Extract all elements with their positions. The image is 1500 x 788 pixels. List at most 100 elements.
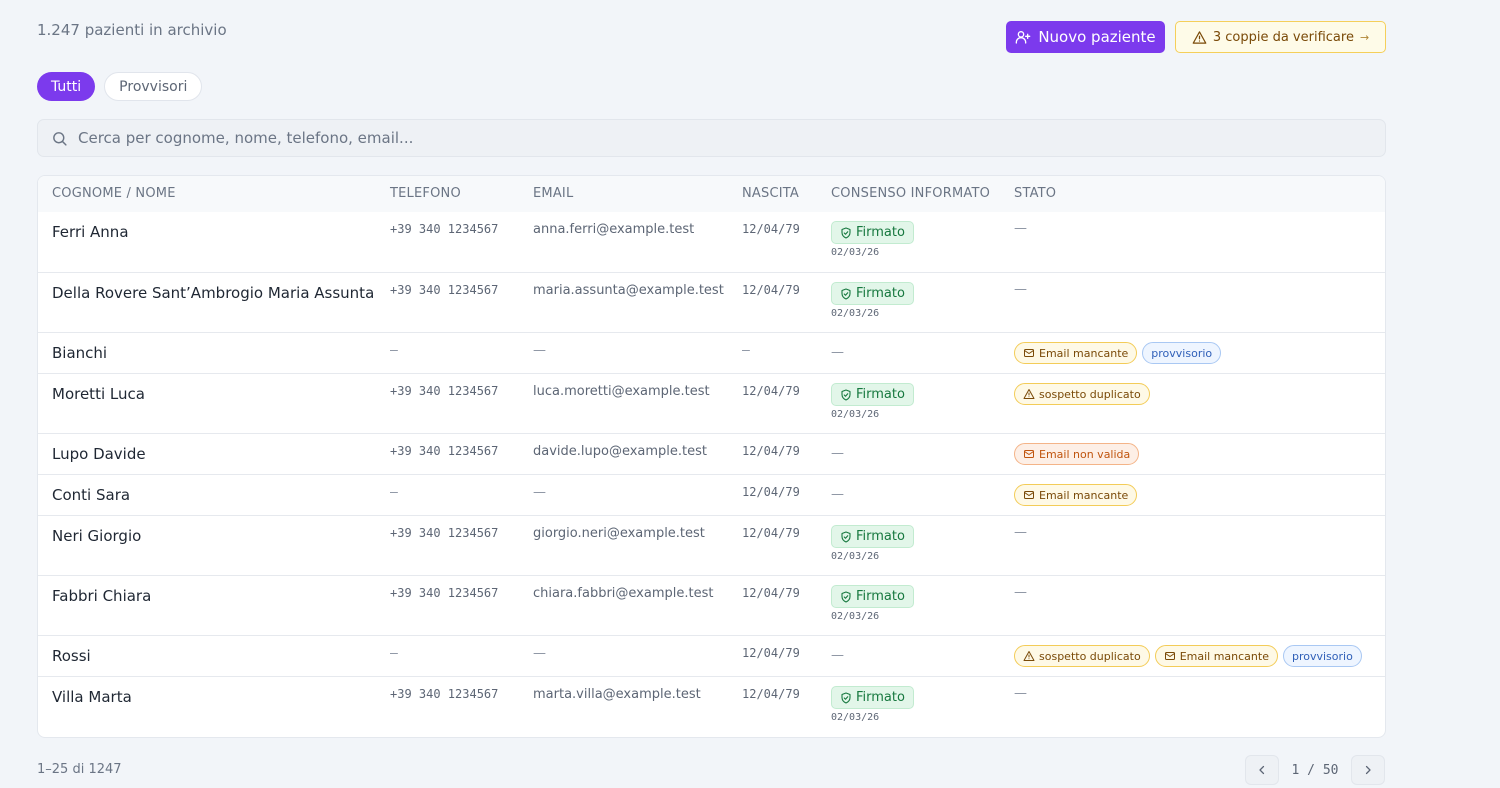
filter-all[interactable]: Tutti [37,72,96,101]
status-badge: Email non valida [1014,443,1140,465]
patient-name[interactable]: Conti Sara [52,486,130,504]
patient-phone: +39 340 1234567 [390,384,499,398]
patient-phone-empty: — [390,485,398,500]
consent-date: 02/03/26 [831,551,880,562]
filter-pills: Tutti Provvisori [37,72,203,101]
mail-icon [1024,491,1034,499]
patient-email: chiara.fabbri@example.test [533,586,714,601]
patient-name[interactable]: Fabbri Chiara [52,587,151,605]
table-row[interactable]: Villa Marta +39 340 1234567 marta.villa@ex… [38,676,1385,736]
patient-name[interactable]: Lupo Davide [52,445,146,463]
patient-birthdate: 12/04/79 [742,586,800,600]
consent-date: 02/03/26 [831,247,880,258]
status-empty: — [1014,686,1027,701]
patient-name[interactable]: Rossi [52,647,91,665]
table-header: COGNOME / NOME TELEFONO EMAIL NASCITA CO… [38,176,1385,212]
status-empty: — [1014,585,1027,600]
status-empty: — [1014,525,1027,540]
next-page-button[interactable] [1351,755,1385,785]
verify-duplicates-label: 3 coppie da verificare [1212,29,1354,45]
patient-email: luca.moretti@example.test [533,384,710,399]
consent-cell: Firmato 02/03/26 [831,686,914,723]
status-tags: sospetto duplicato Email mancante provviso… [1014,645,1362,667]
new-patient-label: Nuovo paziente [1038,28,1156,46]
patient-name[interactable]: Bianchi [52,344,107,362]
table-row[interactable]: Bianchi — — — — Email mancante provvisorio [38,332,1385,373]
consent-empty: — [831,648,844,663]
status-badge: provvisorio [1282,645,1362,667]
pagination-range: 1–25 di 1247 [37,762,122,777]
consent-signed-badge: Firmato [831,525,914,548]
status-badge: Email mancante [1154,645,1278,667]
patient-email-empty: — [533,485,546,500]
search-input[interactable] [78,129,1358,147]
table-row[interactable]: Della Rovere Sant’Ambrogio Maria Assunta… [38,272,1385,332]
shield-check-icon [841,388,851,401]
column-header-consent[interactable]: CONSENSO INFORMATO [831,186,990,201]
prev-page-button[interactable] [1245,755,1279,785]
status-tags: sospetto duplicato [1014,383,1150,405]
pagination: 1 / 50 [1245,755,1385,785]
patient-email: davide.lupo@example.test [533,444,708,459]
consent-date: 02/03/26 [831,712,880,723]
consent-signed-badge: Firmato [831,221,914,244]
column-header-email[interactable]: EMAIL [533,186,573,201]
patient-email: marta.villa@example.test [533,687,701,702]
patient-name[interactable]: Della Rovere Sant’Ambrogio Maria Assunta [52,284,374,302]
mail-icon [1024,450,1034,458]
table-row[interactable]: Ferri Anna +39 340 1234567 anna.ferri@exam… [38,212,1385,272]
consent-cell: Firmato 02/03/26 [831,383,914,420]
consent-signed-badge: Firmato [831,282,914,305]
consent-date: 02/03/26 [831,308,880,319]
patient-phone: +39 340 1234567 [390,283,499,297]
column-header-birth[interactable]: NASCITA [742,186,799,201]
table-body: Ferri Anna +39 340 1234567 anna.ferri@exam… [38,212,1385,736]
patient-birthdate: 12/04/79 [742,526,800,540]
status-tags: Email mancante provvisorio [1014,342,1222,364]
table-row[interactable]: Neri Giorgio +39 340 1234567 giorgio.neri@… [38,515,1385,575]
search-icon [53,131,67,146]
status-tags: Email non valida [1014,443,1140,465]
shield-check-icon [841,226,851,239]
table-row[interactable]: Fabbri Chiara +39 340 1234567 chiara.fabbr… [38,575,1385,635]
filter-provisional[interactable]: Provvisori [104,72,203,101]
mail-icon [1024,349,1034,357]
status-badge: sospetto duplicato [1014,383,1150,405]
patient-phone: +39 340 1234567 [390,586,499,600]
consent-empty: — [831,487,844,502]
shield-check-icon [841,530,851,543]
status-empty: — [1014,221,1027,236]
patient-name[interactable]: Neri Giorgio [52,527,141,545]
table-row[interactable]: Conti Sara — — 12/04/79 — Email mancante [38,474,1385,515]
consent-signed-badge: Firmato [831,585,914,608]
column-header-status[interactable]: STATO [1014,186,1056,201]
arrow-right-icon: → [1359,30,1370,44]
new-patient-button[interactable]: Nuovo paziente [1006,21,1165,53]
patient-phone: +39 340 1234567 [390,687,499,701]
page-indicator: 1 / 50 [1291,762,1339,778]
shield-check-icon [841,590,851,603]
column-header-phone[interactable]: TELEFONO [390,186,461,201]
consent-signed-badge: Firmato [831,686,914,709]
consent-cell: Firmato 02/03/26 [831,221,914,258]
table-row[interactable]: Moretti Luca +39 340 1234567 luca.moretti@… [38,373,1385,433]
table-row[interactable]: Rossi — — 12/04/79 — sospetto duplicato Email … [38,635,1385,676]
consent-cell: Firmato 02/03/26 [831,525,914,562]
patient-name[interactable]: Moretti Luca [52,385,145,403]
patient-birthdate: 12/04/79 [742,283,800,297]
patient-name[interactable]: Ferri Anna [52,223,129,241]
search-bar [37,119,1386,157]
shield-check-icon [841,287,851,300]
consent-date: 02/03/26 [831,409,880,420]
patient-name[interactable]: Villa Marta [52,688,132,706]
alert-triangle-icon [1023,389,1035,399]
table-row[interactable]: Lupo Davide +39 340 1234567 davide.lupo@ex… [38,433,1385,474]
mail-icon [1164,652,1175,660]
shield-check-icon [841,691,851,704]
verify-duplicates-button[interactable]: 3 coppie da verificare → [1175,21,1386,53]
consent-empty: — [831,345,844,360]
patient-count: 1.247 pazienti in archivio [37,21,227,39]
patient-birthdate: 12/04/79 [742,384,800,398]
column-header-name[interactable]: COGNOME / NOME [52,186,176,201]
user-plus-icon [1015,31,1031,44]
